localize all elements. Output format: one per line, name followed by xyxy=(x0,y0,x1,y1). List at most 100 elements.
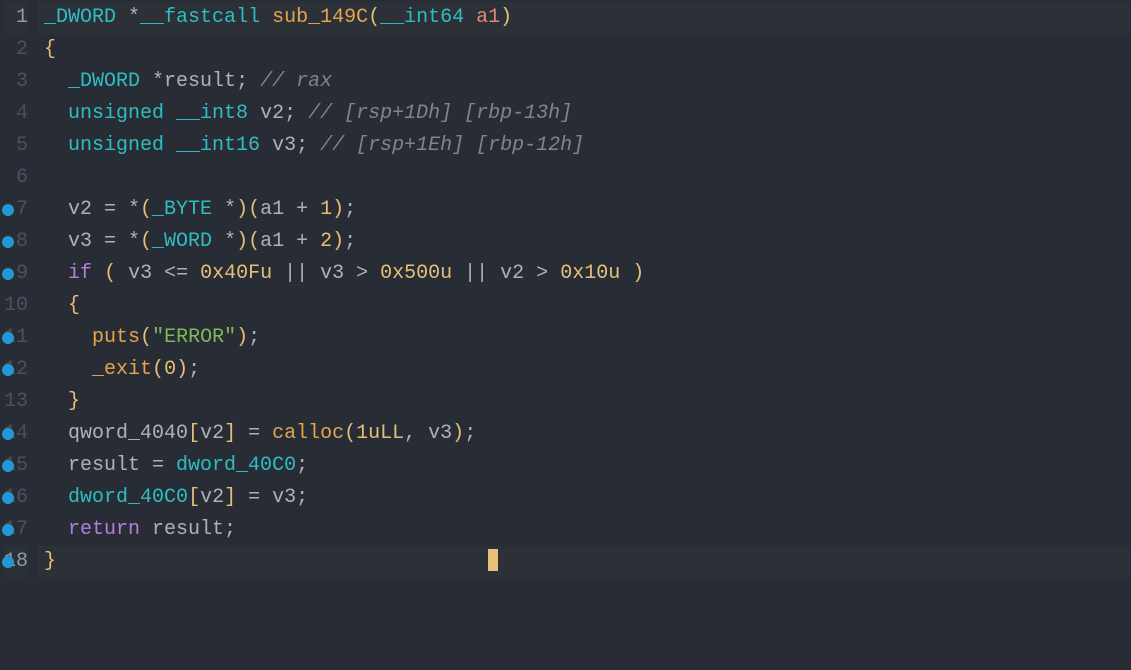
code-line[interactable]: result = dword_40C0; xyxy=(38,450,1131,482)
line-number[interactable]: 12 xyxy=(4,354,28,386)
code-token: v2 xyxy=(200,422,224,445)
code-line[interactable]: return result; xyxy=(38,514,1131,546)
line-number[interactable]: 15 xyxy=(4,450,28,482)
code-token: || v2 > xyxy=(452,262,560,285)
breakpoint-icon[interactable] xyxy=(2,428,14,440)
code-token xyxy=(44,294,68,317)
code-token: _exit xyxy=(92,358,152,381)
line-number[interactable]: 7 xyxy=(4,194,28,226)
code-line[interactable]: unsigned __int8 v2; // [rsp+1Dh] [rbp-13… xyxy=(38,98,1131,130)
line-number[interactable]: 4 xyxy=(4,98,28,130)
code-token: * xyxy=(212,230,236,253)
code-token: ) xyxy=(236,198,248,221)
code-line[interactable]: _DWORD *__fastcall sub_149C(__int64 a1) xyxy=(38,2,1131,34)
line-number[interactable]: 11 xyxy=(4,322,28,354)
code-token: _WORD xyxy=(152,230,212,253)
code-line[interactable]: if ( v3 <= 0x40Fu || v3 > 0x500u || v2 >… xyxy=(38,258,1131,290)
code-token xyxy=(44,486,68,509)
code-token: dword_40C0 xyxy=(176,454,296,477)
code-token: 0 xyxy=(164,358,176,381)
code-token xyxy=(44,70,68,93)
code-token: "ERROR" xyxy=(152,326,236,349)
code-token: ] xyxy=(224,422,236,445)
code-line[interactable]: { xyxy=(38,34,1131,66)
breakpoint-icon[interactable] xyxy=(2,236,14,248)
code-line[interactable]: _DWORD *result; // rax xyxy=(38,66,1131,98)
breakpoint-icon[interactable] xyxy=(2,524,14,536)
code-token: ( xyxy=(104,262,116,285)
line-number[interactable]: 18 xyxy=(4,546,28,578)
line-number[interactable]: 9 xyxy=(4,258,28,290)
code-line[interactable]: } xyxy=(38,546,1131,578)
breakpoint-icon[interactable] xyxy=(2,492,14,504)
line-number[interactable]: 13 xyxy=(4,386,28,418)
code-token xyxy=(620,262,632,285)
code-token xyxy=(464,6,476,29)
code-token xyxy=(44,358,92,381)
code-token: v2 xyxy=(200,486,224,509)
code-line[interactable]: puts("ERROR"); xyxy=(38,322,1131,354)
code-token: ( xyxy=(140,198,152,221)
code-token: ) xyxy=(176,358,188,381)
code-token: 0x500u xyxy=(380,262,452,285)
code-editor-area[interactable]: _DWORD *__fastcall sub_149C(__int64 a1) {… xyxy=(38,0,1131,670)
code-token: ; xyxy=(296,454,308,477)
code-token: 0x10u xyxy=(560,262,620,285)
text-cursor xyxy=(488,549,498,571)
line-number[interactable]: 2 xyxy=(4,34,28,66)
code-token: ; xyxy=(464,422,476,445)
code-line[interactable]: } xyxy=(38,386,1131,418)
code-token: _DWORD xyxy=(44,6,116,29)
code-token: a1 xyxy=(476,6,500,29)
code-token: = xyxy=(236,422,272,445)
code-token: _BYTE xyxy=(152,198,212,221)
breakpoint-icon[interactable] xyxy=(2,556,14,568)
code-token: v2; xyxy=(248,102,308,125)
line-number[interactable]: 14 xyxy=(4,418,28,450)
code-token: 1 xyxy=(320,198,332,221)
breakpoint-icon[interactable] xyxy=(2,268,14,280)
code-token xyxy=(44,102,68,125)
line-number-gutter[interactable]: 123456789101112131415161718 xyxy=(0,0,38,670)
line-number[interactable]: 5 xyxy=(4,130,28,162)
code-line[interactable]: _exit(0); xyxy=(38,354,1131,386)
code-token: 1uLL xyxy=(356,422,404,445)
code-token: ; xyxy=(188,358,200,381)
code-token: [ xyxy=(188,486,200,509)
line-number[interactable]: 1 xyxy=(4,2,28,34)
line-number[interactable]: 16 xyxy=(4,482,28,514)
code-token: 0x40Fu xyxy=(200,262,272,285)
code-token: } xyxy=(68,390,80,413)
code-line[interactable]: qword_4040[v2] = calloc(1uLL, v3); xyxy=(38,418,1131,450)
code-line[interactable]: dword_40C0[v2] = v3; xyxy=(38,482,1131,514)
code-line[interactable]: unsigned __int16 v3; // [rsp+1Eh] [rbp-1… xyxy=(38,130,1131,162)
code-token: } xyxy=(44,550,56,573)
code-line[interactable] xyxy=(38,162,1131,194)
code-line[interactable]: v2 = *(_BYTE *)(a1 + 1); xyxy=(38,194,1131,226)
breakpoint-icon[interactable] xyxy=(2,460,14,472)
code-token: ) xyxy=(500,6,512,29)
line-number[interactable]: 6 xyxy=(4,162,28,194)
code-token xyxy=(260,6,272,29)
code-token: [ xyxy=(188,422,200,445)
breakpoint-icon[interactable] xyxy=(2,364,14,376)
line-number[interactable]: 17 xyxy=(4,514,28,546)
line-number[interactable]: 8 xyxy=(4,226,28,258)
code-token: ( xyxy=(152,358,164,381)
code-token: 2 xyxy=(320,230,332,253)
code-line[interactable]: v3 = *(_WORD *)(a1 + 2); xyxy=(38,226,1131,258)
code-token: puts xyxy=(92,326,140,349)
code-token: return xyxy=(68,518,140,541)
code-token: ( xyxy=(140,326,152,349)
breakpoint-icon[interactable] xyxy=(2,204,14,216)
line-number[interactable]: 10 xyxy=(4,290,28,322)
code-token: ) xyxy=(236,326,248,349)
code-token: result; xyxy=(140,518,236,541)
code-token: if xyxy=(68,262,92,285)
breakpoint-icon[interactable] xyxy=(2,332,14,344)
code-token: { xyxy=(44,38,56,61)
line-number[interactable]: 3 xyxy=(4,66,28,98)
code-line[interactable]: { xyxy=(38,290,1131,322)
code-token: ( xyxy=(140,230,152,253)
code-token: { xyxy=(68,294,80,317)
